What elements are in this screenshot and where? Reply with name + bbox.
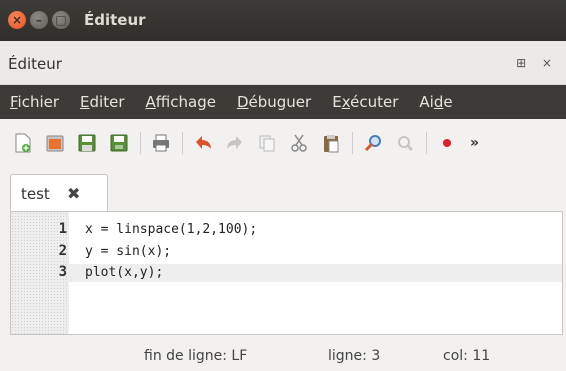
line-number: 2 xyxy=(58,243,67,259)
menu-bar: Fichier Editer Affichage Débuguer Exécut… xyxy=(0,85,566,119)
tab-test[interactable]: test ✖ xyxy=(10,174,108,212)
code-line[interactable]: x = linspace(1,2,100); xyxy=(69,221,562,239)
status-line: ligne: 3 xyxy=(328,348,381,364)
code-line[interactable]: y = sin(x); xyxy=(69,243,562,261)
new-file-icon[interactable] xyxy=(12,132,34,154)
status-eol: fin de ligne: LF xyxy=(144,348,248,364)
code-line-current[interactable]: plot(x,y); xyxy=(69,264,562,282)
maximize-window-button[interactable]: □ xyxy=(52,11,70,29)
toolbar: » xyxy=(0,119,566,167)
menu-debuguer[interactable]: Débuguer xyxy=(237,93,311,111)
menu-editer[interactable]: Editer xyxy=(80,93,124,111)
status-col: col: 11 xyxy=(443,348,491,364)
code-editor[interactable]: 1 2 3 x = linspace(1,2,100); y = sin(x);… xyxy=(10,211,563,335)
toggle-comment-icon[interactable] xyxy=(394,132,416,154)
menu-fichier[interactable]: Fichier xyxy=(10,93,59,111)
line-number: 3 xyxy=(58,264,67,280)
save-all-icon[interactable] xyxy=(108,132,130,154)
tab-strip: test ✖ xyxy=(0,167,566,212)
window-title: Éditeur xyxy=(84,11,146,29)
print-icon[interactable] xyxy=(150,132,172,154)
copy-icon[interactable] xyxy=(256,132,278,154)
menu-executer[interactable]: Exécuter xyxy=(332,93,398,111)
open-file-icon[interactable] xyxy=(44,132,66,154)
save-icon[interactable] xyxy=(76,132,98,154)
status-bar: fin de ligne: LF ligne: 3 col: 11 xyxy=(10,345,563,369)
dock-header: Éditeur ⊞ × xyxy=(0,41,566,85)
paste-icon[interactable] xyxy=(320,132,342,154)
toolbar-separator xyxy=(140,132,141,154)
tab-label: test xyxy=(21,185,50,203)
dock-title: Éditeur xyxy=(8,55,62,73)
toolbar-separator xyxy=(426,132,427,154)
line-number: 1 xyxy=(58,221,67,237)
tab-close-icon[interactable]: ✖ xyxy=(67,184,80,203)
redo-icon[interactable] xyxy=(224,132,246,154)
menu-aide[interactable]: Aide xyxy=(419,93,452,111)
close-window-button[interactable]: × xyxy=(8,11,26,29)
toolbar-separator xyxy=(182,132,183,154)
toolbar-separator xyxy=(352,132,353,154)
undo-icon[interactable] xyxy=(192,132,214,154)
find-icon[interactable] xyxy=(362,132,384,154)
window-titlebar: × – □ Éditeur xyxy=(0,0,566,41)
toolbar-overflow-icon[interactable]: » xyxy=(470,135,479,151)
dock-controls[interactable]: ⊞ × xyxy=(516,56,558,70)
cut-icon[interactable] xyxy=(288,132,310,154)
minimize-window-button[interactable]: – xyxy=(30,11,48,29)
breakpoint-icon[interactable] xyxy=(436,132,458,154)
menu-affichage[interactable]: Affichage xyxy=(145,93,215,111)
